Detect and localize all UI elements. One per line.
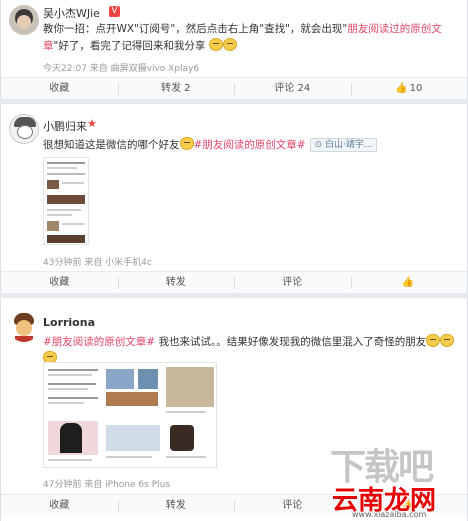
location-tag[interactable]: ⊙ 白山·靖宇...	[309, 138, 378, 152]
avatar[interactable]	[9, 114, 39, 144]
repost-button[interactable]: 转发	[117, 272, 235, 293]
thumbs-up-icon: 👍	[395, 83, 408, 94]
post-meta: 今天22:07 来自 曲屏双摄vivo Xplay6	[43, 64, 200, 74]
post-image[interactable]	[43, 362, 217, 468]
post-card: 吴小杰WJie V 教你一招：点开WX"订阅号"，然后点击右上角"查找"，就会出…	[0, 0, 468, 99]
favorite-button[interactable]: 收藏	[1, 495, 118, 516]
repost-button[interactable]: 转发	[117, 495, 235, 516]
emoji-icon	[440, 334, 455, 347]
like-button[interactable]: 👍	[350, 272, 468, 293]
location-icon: ⊙	[314, 140, 326, 150]
emoji-icon	[208, 38, 223, 51]
star-icon: ★	[87, 117, 97, 130]
post-image[interactable]	[43, 157, 89, 245]
username[interactable]: 吴小杰WJie	[43, 5, 100, 21]
comment-button[interactable]: 评论	[234, 272, 351, 293]
hashtag-link[interactable]: #朋友阅读的原创文章#	[43, 336, 155, 348]
avatar[interactable]	[9, 5, 39, 35]
comment-button[interactable]: 评论 24	[234, 78, 351, 99]
action-bar: 收藏 转发 评论 👍	[1, 271, 467, 293]
post-card: 小鹏归来 ★ 很想知道这是微信的哪个好友 #朋友阅读的原创文章# ⊙ 白山·靖宇..…	[0, 104, 468, 293]
post-text: 很想知道这是微信的哪个好友 #朋友阅读的原创文章# ⊙ 白山·靖宇...	[43, 137, 459, 154]
emoji-icon	[222, 38, 237, 51]
favorite-button[interactable]: 收藏	[1, 78, 118, 99]
hashtag-link[interactable]: #朋友阅读的原创文章#	[194, 139, 306, 151]
repost-button[interactable]: 转发 2	[117, 78, 235, 99]
username[interactable]: Lorriona	[43, 316, 95, 329]
verified-badge-icon: V	[109, 6, 120, 17]
post-text: 教你一招：点开WX"订阅号"，然后点击右上角"查找"，就会出现"朋友阅读过的原创…	[43, 23, 442, 52]
emoji-icon	[426, 334, 441, 347]
watermark-url: www.xiazaiba.com	[352, 510, 427, 519]
avatar[interactable]	[9, 312, 39, 342]
like-button[interactable]: 👍 10	[350, 78, 468, 99]
action-bar: 收藏 转发 2 评论 24 👍 10	[1, 77, 467, 99]
emoji-icon	[179, 137, 194, 150]
username[interactable]: 小鹏归来	[43, 118, 87, 134]
thumbs-up-icon: 👍	[401, 277, 414, 288]
post-meta: 47分钟前 来自 iPhone 6s Plus	[43, 480, 171, 490]
post-meta: 43分钟前 来自 小米手机4c	[43, 258, 152, 268]
favorite-button[interactable]: 收藏	[1, 272, 118, 293]
